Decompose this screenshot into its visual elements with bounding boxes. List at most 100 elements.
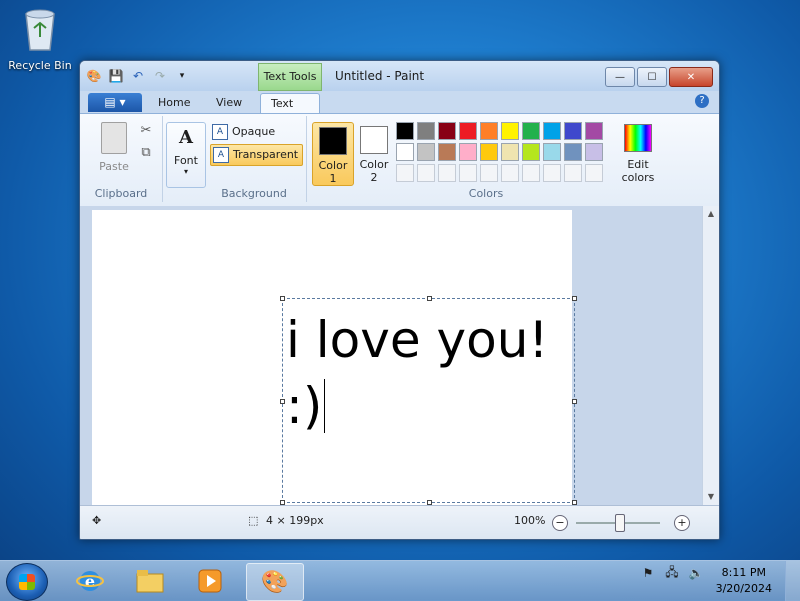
scroll-up-icon[interactable]: ▲ <box>703 206 719 222</box>
color2-label: Color <box>359 158 389 171</box>
resize-handle[interactable] <box>280 399 285 404</box>
color-swatch[interactable] <box>396 143 414 161</box>
volume-icon[interactable]: 🔈 <box>688 565 704 581</box>
tab-text[interactable]: Text <box>260 93 320 115</box>
quick-access-toolbar: 🎨 💾 ↶ ↷ ▾ <box>86 68 190 84</box>
canvas-text: i love you! :) <box>286 307 548 439</box>
opaque-option[interactable]: A Opaque <box>210 122 279 142</box>
show-desktop-button[interactable] <box>785 561 800 601</box>
transparent-icon: A <box>213 147 229 163</box>
selection-size: 4 × 199px <box>266 514 324 527</box>
cut-icon[interactable]: ✂ <box>138 122 154 138</box>
close-button[interactable]: ✕ <box>669 67 713 87</box>
undo-icon[interactable]: ↶ <box>130 68 146 84</box>
color-swatch[interactable] <box>417 143 435 161</box>
zoom-slider-thumb[interactable] <box>615 514 625 532</box>
custom-color-slot[interactable] <box>585 164 603 182</box>
color-swatch[interactable] <box>417 122 435 140</box>
color-swatch[interactable] <box>438 122 456 140</box>
color-swatch[interactable] <box>501 122 519 140</box>
zoom-out-button[interactable]: − <box>552 515 568 531</box>
clock-date: 3/20/2024 <box>715 582 772 595</box>
color-swatch[interactable] <box>543 143 561 161</box>
colors-group-label: Colors <box>468 187 504 200</box>
zoom-in-button[interactable]: + <box>674 515 690 531</box>
color2-button[interactable]: Color 2 <box>354 122 394 184</box>
file-explorer-icon[interactable] <box>122 563 178 599</box>
minimize-button[interactable]: — <box>605 67 635 87</box>
drawing-canvas[interactable]: i love you! :) <box>92 210 577 505</box>
paste-button[interactable]: Paste <box>94 122 134 173</box>
font-button[interactable]: A Font ▾ <box>166 122 206 188</box>
color-swatch[interactable] <box>522 143 540 161</box>
color-swatch[interactable] <box>396 122 414 140</box>
tab-home[interactable]: Home <box>148 93 200 112</box>
resize-handle[interactable] <box>280 296 285 301</box>
network-icon[interactable]: 🖧 <box>664 565 680 581</box>
windows-logo-icon <box>19 574 35 590</box>
custom-color-slot[interactable] <box>522 164 540 182</box>
color-swatch[interactable] <box>585 122 603 140</box>
custom-color-slot[interactable] <box>396 164 414 182</box>
resize-handle[interactable] <box>427 296 432 301</box>
resize-handle[interactable] <box>572 296 577 301</box>
file-menu-button[interactable]: ▤ ▾ <box>88 93 142 112</box>
color-swatch[interactable] <box>564 122 582 140</box>
custom-color-slot[interactable] <box>564 164 582 182</box>
color2-number: 2 <box>370 171 378 184</box>
recycle-bin-label: Recycle Bin <box>8 59 72 72</box>
start-button[interactable] <box>6 563 48 601</box>
help-icon[interactable]: ? <box>695 94 709 108</box>
custom-color-slot[interactable] <box>501 164 519 182</box>
resize-handle[interactable] <box>572 399 577 404</box>
custom-color-slot[interactable] <box>480 164 498 182</box>
opaque-label: Opaque <box>232 125 276 138</box>
tab-view[interactable]: View <box>206 93 252 112</box>
edit-colors-label: Edit <box>627 158 649 171</box>
redo-icon[interactable]: ↷ <box>152 68 168 84</box>
copy-icon[interactable]: ⧉ <box>138 144 154 160</box>
canvas-area: i love you! :) ▲ ▼ <box>80 206 719 505</box>
custom-color-slot[interactable] <box>459 164 477 182</box>
internet-explorer-icon[interactable]: e <box>62 563 118 599</box>
text-tools-context-tab: Text Tools <box>258 63 322 91</box>
recycle-bin[interactable]: Recycle Bin <box>6 6 74 72</box>
ribbon-tabs: ▤ ▾ Home View Text <box>80 91 719 115</box>
edit-colors-button[interactable]: Edit colors <box>618 122 658 184</box>
paint-taskbar-icon[interactable]: 🎨 <box>246 563 304 601</box>
transparent-option[interactable]: A Transparent <box>210 144 304 166</box>
color-swatch[interactable] <box>564 143 582 161</box>
color-swatch[interactable] <box>501 143 519 161</box>
color1-button[interactable]: Color 1 <box>312 122 354 186</box>
opaque-icon: A <box>212 124 228 140</box>
title-bar[interactable]: 🎨 💾 ↶ ↷ ▾ Text Tools Untitled - Paint — … <box>80 61 719 91</box>
svg-text:e: e <box>85 572 95 591</box>
clock[interactable]: 8:11 PM 3/20/2024 <box>716 565 772 597</box>
paint-window: 🎨 💾 ↶ ↷ ▾ Text Tools Untitled - Paint — … <box>79 60 720 540</box>
color-palette <box>396 122 603 182</box>
color-swatch[interactable] <box>459 143 477 161</box>
vertical-scrollbar[interactable]: ▲ ▼ <box>702 206 719 505</box>
media-player-icon[interactable] <box>182 563 238 599</box>
scroll-down-icon[interactable]: ▼ <box>703 489 719 505</box>
custom-color-slot[interactable] <box>417 164 435 182</box>
text-box[interactable]: i love you! :) <box>280 296 577 505</box>
custom-color-slot[interactable] <box>438 164 456 182</box>
clipboard-group: Paste ✂ ⧉ Clipboard <box>80 116 163 202</box>
color-swatch[interactable] <box>459 122 477 140</box>
ribbon: Paste ✂ ⧉ Clipboard A Font ▾ A Opaque A … <box>80 113 719 207</box>
custom-color-slot[interactable] <box>543 164 561 182</box>
action-center-icon[interactable]: ⚑ <box>640 565 656 581</box>
color-swatch[interactable] <box>585 143 603 161</box>
edit-colors-label-2: colors <box>621 171 655 184</box>
color-swatch[interactable] <box>543 122 561 140</box>
color-swatch[interactable] <box>522 122 540 140</box>
color-swatch[interactable] <box>480 143 498 161</box>
taskbar: e 🎨 ⚑ 🖧 🔈 8:11 PM 3/20/2024 <box>0 560 800 601</box>
color-swatch[interactable] <box>480 122 498 140</box>
paint-app-icon[interactable]: 🎨 <box>86 68 102 84</box>
color-swatch[interactable] <box>438 143 456 161</box>
maximize-button[interactable]: ☐ <box>637 67 667 87</box>
save-icon[interactable]: 💾 <box>108 68 124 84</box>
customize-qat-icon[interactable]: ▾ <box>174 68 190 84</box>
